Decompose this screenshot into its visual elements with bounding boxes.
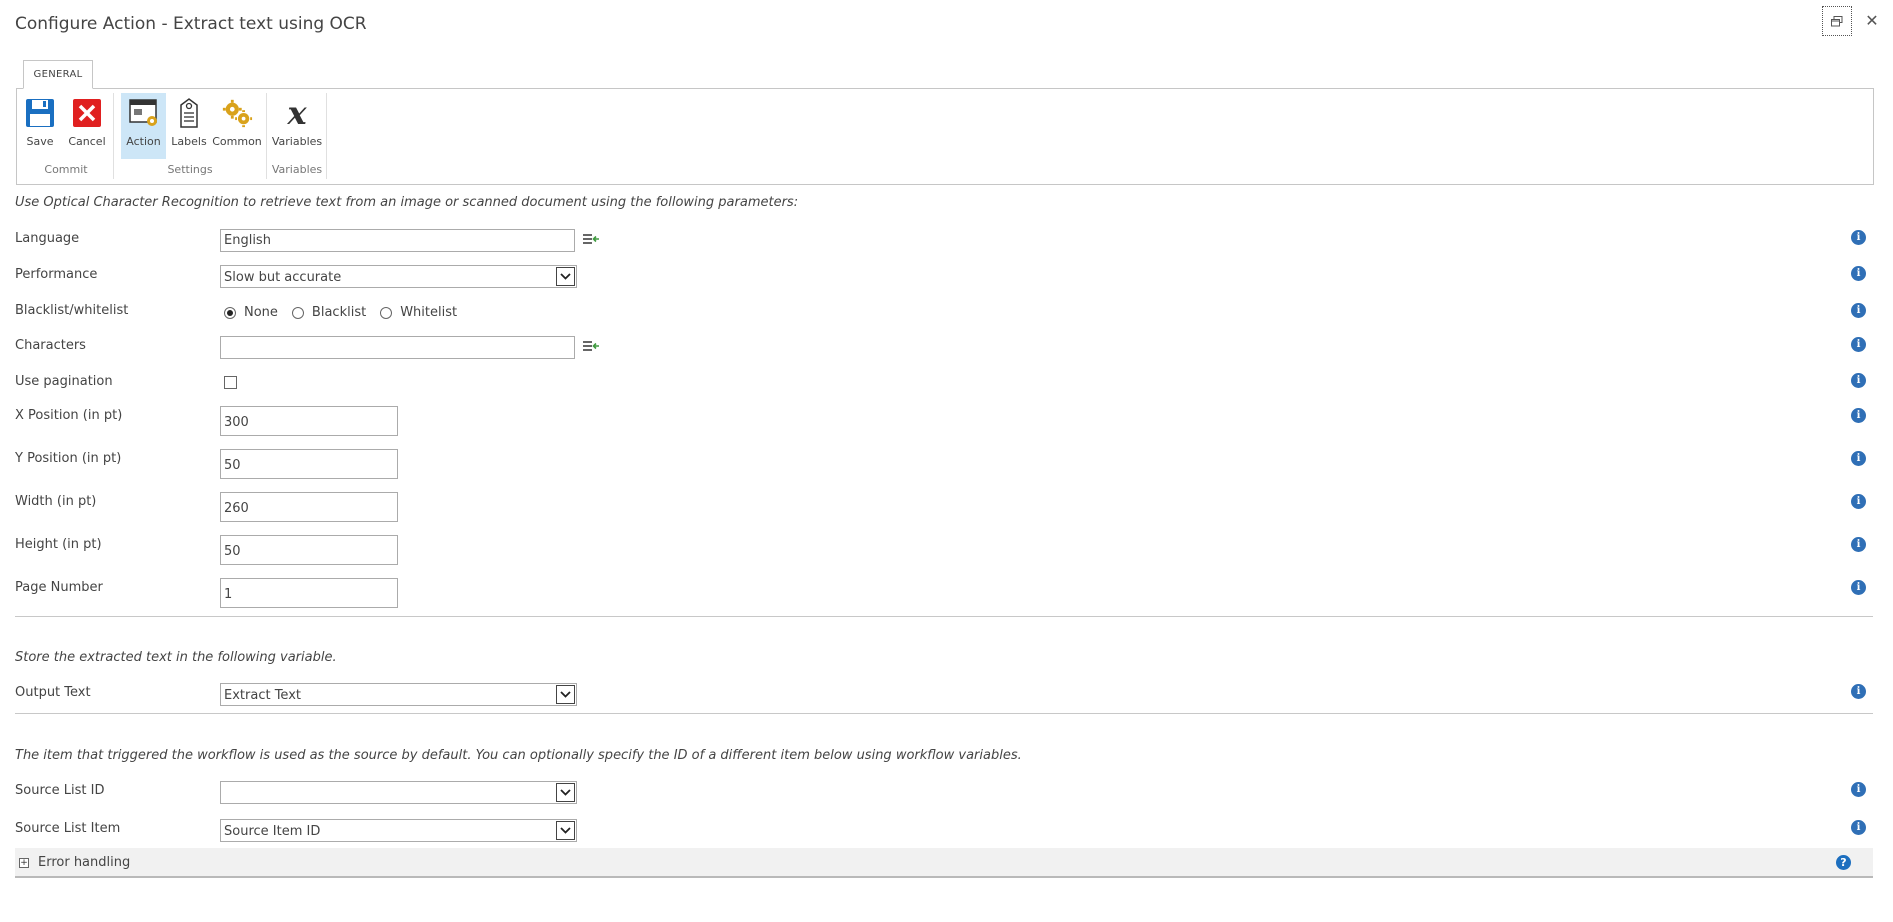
y-position-input[interactable]: 50 [220,449,398,479]
page-number-input[interactable]: 1 [220,578,398,608]
cancel-icon [71,97,103,129]
action-settings-icon [128,97,160,129]
performance-select[interactable]: Slow but accurate [220,265,577,288]
output-text-info-icon[interactable]: i [1851,684,1866,699]
source-list-item-label: Source List Item [15,821,121,836]
divider [15,616,1873,617]
action-label: Action [126,135,161,148]
language-label: Language [15,231,80,246]
radio-none-label: None [244,305,278,320]
width-label: Width (in pt) [15,494,97,509]
radio-blacklist[interactable] [291,306,304,319]
use-pagination-checkbox[interactable] [224,376,237,389]
restore-window-button[interactable] [1822,6,1852,36]
output-text-label: Output Text [15,685,91,700]
source-list-id-info-icon[interactable]: i [1851,782,1866,797]
insert-reference-icon[interactable] [582,340,600,354]
chevron-down-icon [556,783,575,802]
cancel-button[interactable]: Cancel [67,93,107,159]
variables-label: Variables [271,135,323,148]
save-icon [24,97,56,129]
variables-button[interactable]: x Variables [272,93,322,159]
radio-blacklist-label: Blacklist [311,305,367,320]
blacklist-whitelist-info-icon[interactable]: i [1851,303,1866,318]
save-label: Save [26,135,54,148]
store-intro-text: Store the extracted text in the followin… [15,650,337,665]
output-text-value: Extract Text [224,688,301,703]
labels-button[interactable]: Labels [170,93,208,159]
help-icon[interactable]: ? [1836,855,1851,870]
characters-info-icon[interactable]: i [1851,337,1866,352]
cancel-label: Cancel [68,135,106,148]
x-position-input[interactable]: 300 [220,406,398,436]
source-list-item-value: Source Item ID [224,824,321,839]
output-text-select[interactable]: Extract Text [220,683,577,706]
ocr-intro-text: Use Optical Character Recognition to ret… [15,195,799,210]
language-info-icon[interactable]: i [1851,230,1866,245]
x-position-info-icon[interactable]: i [1851,408,1866,423]
common-label: Common [212,135,262,148]
characters-input[interactable] [220,336,575,359]
x-position-label: X Position (in pt) [15,408,123,423]
source-list-id-label: Source List ID [15,783,105,798]
restore-icon [1831,15,1843,26]
close-window-button[interactable]: ✕ [1860,8,1884,32]
blacklist-whitelist-label: Blacklist/whitelist [15,303,129,318]
tag-icon [173,97,205,129]
gears-icon [221,97,253,129]
performance-value: Slow but accurate [224,270,342,285]
use-pagination-info-icon[interactable]: i [1851,373,1866,388]
chevron-down-icon [556,267,575,286]
error-handling-section[interactable]: + Error handling ? [15,848,1873,878]
save-button[interactable]: Save [21,93,59,159]
tab-general[interactable]: GENERAL [23,60,93,89]
source-list-item-info-icon[interactable]: i [1851,820,1866,835]
use-pagination-label: Use pagination [15,374,113,389]
radio-whitelist[interactable] [380,306,393,319]
height-input[interactable]: 50 [220,535,398,565]
width-input[interactable]: 260 [220,492,398,522]
radio-whitelist-label: Whitelist [400,305,458,320]
page-number-label: Page Number [15,580,103,595]
action-button[interactable]: Action [121,93,166,159]
labels-label: Labels [171,135,207,148]
common-button[interactable]: Common [212,93,262,159]
language-input[interactable]: English [220,229,575,252]
performance-info-icon[interactable]: i [1851,266,1866,281]
group-label-variables: Variables [271,163,323,176]
expand-icon[interactable]: + [19,858,29,868]
variable-x-icon: x [281,97,313,129]
chevron-down-icon [556,685,575,704]
close-icon: ✕ [1865,10,1879,30]
characters-label: Characters [15,338,86,353]
width-info-icon[interactable]: i [1851,494,1866,509]
insert-reference-icon[interactable] [582,233,600,247]
source-intro-text: The item that triggered the workflow is … [15,748,1022,763]
blacklist-whitelist-radio-group: None Blacklist Whitelist [224,305,471,320]
y-position-label: Y Position (in pt) [15,451,122,466]
performance-label: Performance [15,267,98,282]
svg-text:x: x [286,97,307,129]
chevron-down-icon [556,821,575,840]
height-label: Height (in pt) [15,537,102,552]
group-label-commit: Commit [44,163,88,176]
dialog-title: Configure Action - Extract text using OC… [15,14,367,34]
height-info-icon[interactable]: i [1851,537,1866,552]
source-list-item-select[interactable]: Source Item ID [220,819,577,842]
y-position-info-icon[interactable]: i [1851,451,1866,466]
ribbon: Save Cancel Commit Action Labels Common … [16,88,1874,185]
error-handling-label: Error handling [38,855,131,870]
group-label-settings: Settings [167,163,213,176]
radio-none[interactable] [224,306,236,319]
divider [15,713,1873,714]
source-list-id-select[interactable] [220,781,577,804]
page-number-info-icon[interactable]: i [1851,580,1866,595]
